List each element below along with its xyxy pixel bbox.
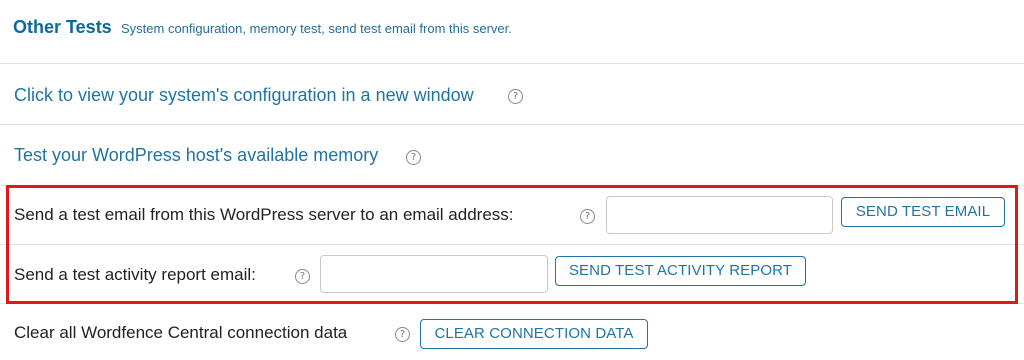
activity-report-row: Send a test activity report email: ? SEN… [0, 245, 1024, 303]
test-email-row: Send a test email from this WordPress se… [0, 185, 1024, 245]
clear-connection-row: Clear all Wordfence Central connection d… [0, 303, 1024, 360]
help-icon[interactable]: ? [406, 150, 421, 165]
help-icon[interactable]: ? [295, 269, 310, 284]
system-config-link[interactable]: Click to view your system's configuratio… [14, 85, 474, 106]
activity-report-input[interactable] [320, 255, 548, 293]
activity-report-label: Send a test activity report email: [14, 265, 256, 284]
section-subtitle: System configuration, memory test, send … [121, 21, 512, 36]
help-icon[interactable]: ? [395, 327, 410, 342]
help-icon[interactable]: ? [580, 209, 595, 224]
test-email-input[interactable] [606, 196, 833, 234]
help-icon[interactable]: ? [508, 89, 523, 104]
clear-connection-label: Clear all Wordfence Central connection d… [14, 323, 348, 342]
send-test-email-button[interactable]: SEND TEST EMAIL [841, 197, 1005, 227]
memory-test-link[interactable]: Test your WordPress host's available mem… [14, 145, 378, 166]
section-title: Other Tests [13, 17, 112, 37]
test-email-label: Send a test email from this WordPress se… [14, 205, 514, 224]
send-test-activity-report-button[interactable]: SEND TEST ACTIVITY REPORT [555, 256, 806, 286]
system-config-row: Click to view your system's configuratio… [0, 64, 1024, 125]
clear-connection-data-button[interactable]: CLEAR CONNECTION DATA [420, 319, 648, 349]
memory-test-row: Test your WordPress host's available mem… [0, 125, 1024, 185]
other-tests-header: Other Tests System configuration, memory… [0, 0, 1024, 64]
